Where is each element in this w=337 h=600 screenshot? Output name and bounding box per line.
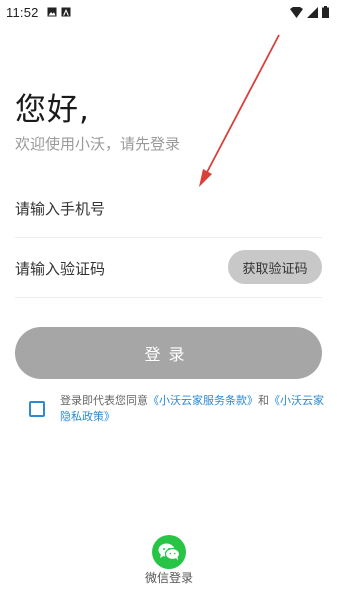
wechat-icon-badge[interactable] [152, 535, 186, 569]
letter-a-icon [61, 7, 71, 17]
wechat-login-button[interactable]: 微信登录 [140, 535, 200, 585]
battery-icon [322, 6, 329, 18]
login-button[interactable]: 登录 [15, 327, 322, 379]
terms-link[interactable]: 《小沃云家服务条款》 [148, 394, 258, 407]
phone-input[interactable] [15, 198, 215, 220]
subtitle: 欢迎使用小沃，请先登录 [15, 135, 181, 153]
status-left-icons [47, 7, 71, 17]
agreement-conjunction: 和 [258, 394, 269, 407]
verification-code-input[interactable] [15, 258, 215, 280]
status-time: 11:52 [6, 4, 39, 20]
agreement-text: 登录即代表您同意《小沃云家服务条款》和《小沃云家隐私政策》 [60, 393, 324, 425]
greeting-title: 您好, [15, 92, 90, 128]
agreement-checkbox[interactable] [29, 401, 45, 417]
wechat-icon [158, 543, 180, 561]
image-icon [47, 7, 57, 17]
agreement-prefix: 登录即代表您同意 [60, 394, 148, 407]
status-bar: 11:52 [0, 0, 337, 24]
status-right-icons [290, 6, 329, 18]
code-field: 获取验证码 [15, 240, 322, 298]
wifi-icon [290, 6, 303, 18]
wechat-login-label: 微信登录 [144, 571, 193, 585]
phone-field [15, 188, 322, 238]
get-code-button[interactable]: 获取验证码 [228, 250, 322, 284]
cellular-signal-icon [307, 6, 318, 18]
